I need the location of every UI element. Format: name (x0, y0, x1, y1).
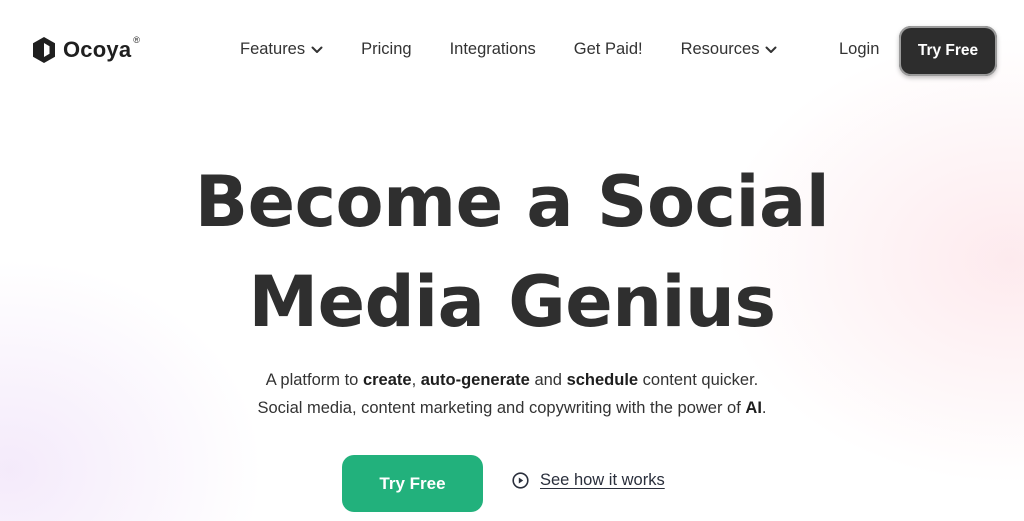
subtitle-text: and (529, 371, 567, 389)
nav-item-label: Features (240, 40, 306, 58)
nav-item-resources[interactable]: Resources (681, 40, 778, 59)
login-link[interactable]: Login (839, 40, 879, 59)
subtitle-line-2: Social media, content marketing and copy… (0, 394, 1024, 422)
nav-item-features[interactable]: Features (240, 40, 323, 59)
subtitle-emphasis: create (362, 371, 412, 389)
chevron-down-icon (765, 46, 777, 53)
brand-logo[interactable]: Ocoya ® (32, 35, 140, 64)
nav-item-pricing[interactable]: Pricing (361, 40, 411, 59)
hero-subtitle: A platform to create, auto-generate and … (0, 366, 1024, 422)
subtitle-text: , (411, 371, 421, 389)
nav-item-get-paid[interactable]: Get Paid! (574, 40, 643, 59)
registered-mark: ® (133, 35, 140, 45)
ocoya-cube-logo-icon (33, 37, 55, 63)
hero-title-line-2: Media Genius (248, 261, 776, 343)
subtitle-text: Social media, content marketing and copy… (257, 399, 746, 417)
see-how-it-works-label: See how it works (540, 471, 665, 489)
see-how-it-works-link[interactable]: See how it works (512, 471, 665, 490)
hero-title-line-1: Become a Social (194, 161, 830, 243)
chevron-down-icon (311, 46, 323, 53)
subtitle-text: content quicker. (638, 371, 759, 389)
subtitle-emphasis: auto-generate (420, 371, 530, 389)
nav-item-label: Integrations (449, 40, 536, 58)
subtitle-emphasis: schedule (566, 371, 639, 389)
try-free-nav-button[interactable]: Try Free (899, 26, 997, 76)
nav-item-label: Get Paid! (573, 40, 643, 58)
subtitle-emphasis: AI (745, 399, 762, 417)
subtitle-line-1: A platform to create, auto-generate and … (0, 366, 1024, 394)
subtitle-text: A platform to (265, 371, 363, 389)
nav-item-label: Resources (680, 40, 760, 58)
nav-item-integrations[interactable]: Integrations (450, 40, 536, 59)
play-circle-icon (512, 472, 529, 489)
try-free-hero-button[interactable]: Try Free (342, 455, 483, 512)
subtitle-text: . (761, 399, 767, 417)
brand-name: Ocoya (63, 37, 132, 62)
nav-item-label: Pricing (361, 40, 412, 58)
hero-title: Become a Social Media Genius (0, 152, 1024, 352)
top-navigation: Ocoya ® Features Pricing Integrations Ge… (0, 0, 1024, 100)
nav-links: Features Pricing Integrations Get Paid! … (240, 40, 777, 59)
